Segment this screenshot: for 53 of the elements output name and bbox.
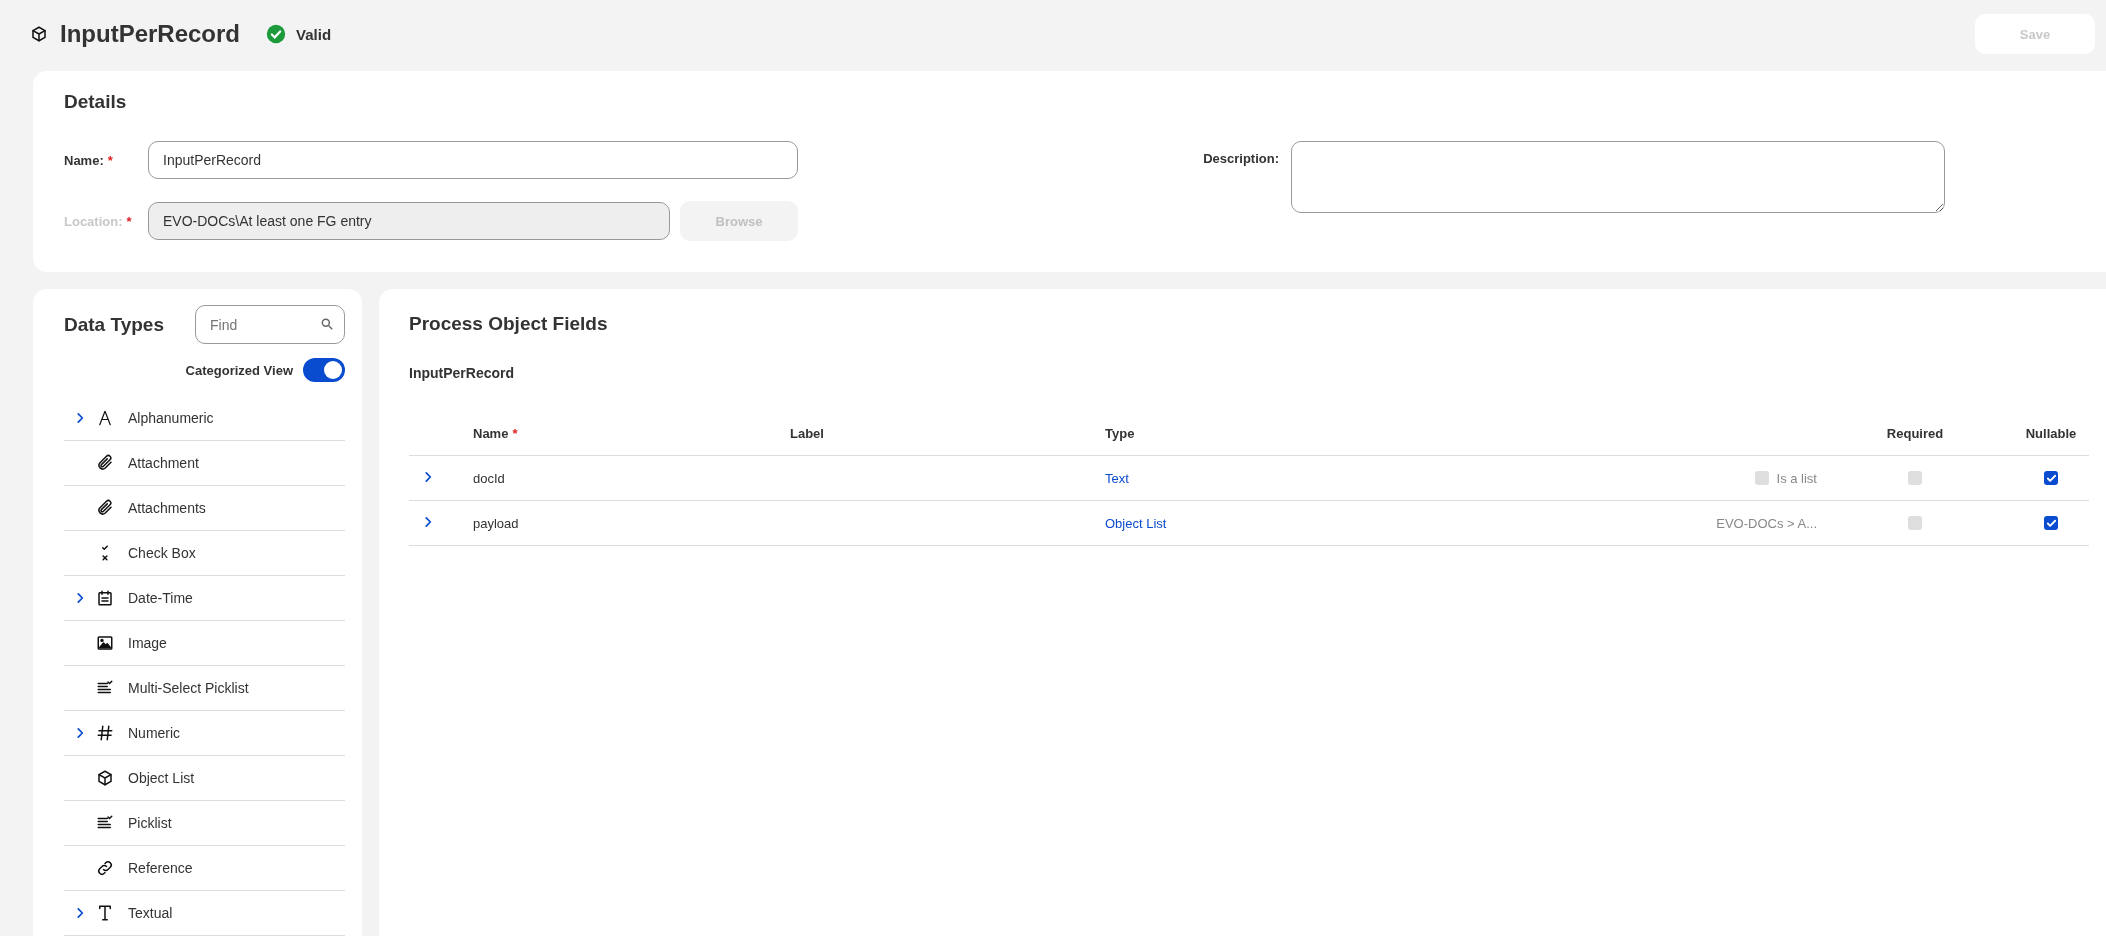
calendar-icon [96, 589, 114, 607]
valid-check-icon [266, 24, 287, 45]
nullable-checkbox[interactable] [2044, 471, 2058, 485]
type-link[interactable]: Object List [1105, 515, 1717, 531]
cube-icon [30, 25, 48, 44]
image-icon [96, 634, 114, 652]
table-cell-text: docId [473, 470, 506, 486]
letter-icon [96, 409, 114, 427]
object-name: InputPerRecord [409, 365, 515, 381]
find-field[interactable]: Find [195, 305, 345, 344]
search-icon [320, 317, 334, 331]
field-label: Name: * [64, 152, 114, 168]
link-icon [96, 859, 114, 877]
cube-icon [96, 769, 114, 787]
data-type-item[interactable]: Image [128, 635, 167, 651]
table-cell-text: payload [473, 515, 520, 531]
type-link[interactable]: Text [1105, 470, 1717, 486]
description-input[interactable] [1291, 141, 1945, 214]
hash-icon [96, 724, 114, 742]
nullable-checkbox[interactable] [2044, 516, 2058, 530]
required-checkbox[interactable] [1908, 516, 1922, 530]
paperclip-icon [96, 499, 114, 517]
data-type-item[interactable]: Check Box [128, 545, 196, 561]
toggle-switch[interactable] [303, 358, 345, 382]
field-label: Description: [1203, 151, 1279, 167]
data-type-item[interactable]: Multi-Select Picklist [128, 680, 249, 696]
data-type-item[interactable]: Attachment [128, 455, 199, 471]
section-title: Data Types [64, 313, 164, 336]
required-checkbox[interactable] [1908, 471, 1922, 485]
data-type-item[interactable]: Object List [128, 770, 195, 786]
section-title: Details [64, 91, 128, 114]
name-input[interactable]: InputPerRecord [148, 141, 798, 180]
checkbox-label: Is a list [1776, 470, 1817, 486]
column-header: Label [790, 425, 824, 441]
data-type-item[interactable]: Attachments [128, 500, 206, 516]
column-header: Type [1105, 425, 1135, 441]
column-header: Nullable [2025, 425, 2077, 441]
status-label: Valid [296, 25, 332, 43]
paperclip-icon [96, 454, 114, 472]
is-list-checkbox[interactable] [1754, 471, 1769, 485]
data-type-item[interactable]: Numeric [128, 725, 181, 741]
column-header: Required [1886, 425, 1944, 441]
data-type-item[interactable]: Textual [128, 905, 173, 921]
page-title: InputPerRecord [60, 20, 241, 49]
toggle-label: Categorized View [185, 362, 293, 378]
column-header: Name * [473, 425, 518, 441]
section-title: Process Object Fields [409, 313, 609, 335]
data-type-item[interactable]: Reference [128, 860, 193, 876]
data-type-item[interactable]: Alphanumeric [128, 410, 214, 426]
text-icon [96, 904, 114, 922]
data-type-item[interactable]: Date-Time [128, 590, 193, 606]
data-type-item[interactable]: Picklist [128, 815, 172, 831]
table-cell: EVO-DOCs > A... [1716, 515, 1817, 531]
